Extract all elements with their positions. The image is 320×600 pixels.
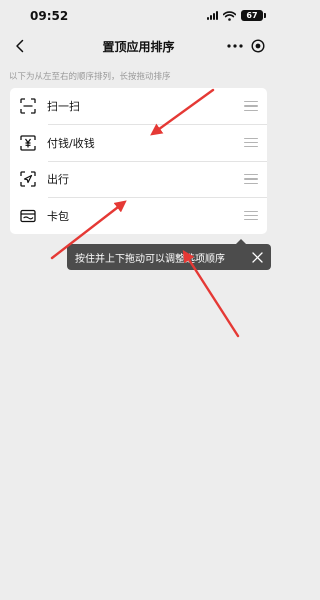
- yuan-icon: [18, 133, 38, 153]
- list-item-pay[interactable]: 付钱/收钱: [10, 125, 267, 161]
- list-item-cards[interactable]: 卡包: [10, 198, 267, 235]
- nav-bar: 置顶应用排序: [0, 32, 277, 60]
- list-item-label: 卡包: [47, 209, 69, 223]
- drag-handle-icon[interactable]: [244, 101, 258, 111]
- status-time: 09:52: [30, 9, 69, 23]
- tooltip-close-button[interactable]: [251, 251, 263, 263]
- drag-handle-icon[interactable]: [244, 137, 258, 148]
- app-sort-list: 扫一扫 付钱/收钱 出行 卡包: [10, 88, 267, 234]
- more-dots-icon: [227, 44, 243, 48]
- card-icon: [18, 206, 38, 226]
- tooltip-text: 按住并上下拖动可以调整选项顺序: [75, 253, 225, 265]
- list-item-travel[interactable]: 出行: [10, 161, 267, 198]
- close-icon: [251, 251, 263, 263]
- sort-hint-text: 以下为从左至右的顺序排列，长按拖动排序: [9, 72, 171, 82]
- status-bar: 09:52 67: [0, 0, 277, 32]
- battery-icon: 67: [241, 10, 266, 21]
- close-miniprogram-button[interactable]: [248, 36, 268, 56]
- more-button[interactable]: [226, 36, 244, 56]
- list-item-label: 出行: [47, 173, 69, 187]
- drag-handle-icon[interactable]: [244, 210, 258, 221]
- screen: 09:52 67 置顶应用排序 以下为从左至右的顺序排列，长按拖动排序 扫一扫 …: [0, 0, 277, 600]
- drag-handle-icon[interactable]: [244, 174, 258, 184]
- list-item-scan[interactable]: 扫一扫: [10, 88, 267, 125]
- battery-level: 67: [246, 11, 258, 20]
- signal-icon: [207, 11, 218, 20]
- scan-icon: [18, 96, 38, 116]
- list-item-label: 付钱/收钱: [47, 136, 95, 150]
- target-icon: [251, 39, 265, 53]
- navigation-icon: [18, 169, 38, 189]
- list-item-label: 扫一扫: [47, 100, 80, 114]
- wifi-icon: [223, 10, 236, 21]
- status-icons: 67: [207, 10, 266, 21]
- drag-tip-tooltip: 按住并上下拖动可以调整选项顺序: [67, 239, 271, 270]
